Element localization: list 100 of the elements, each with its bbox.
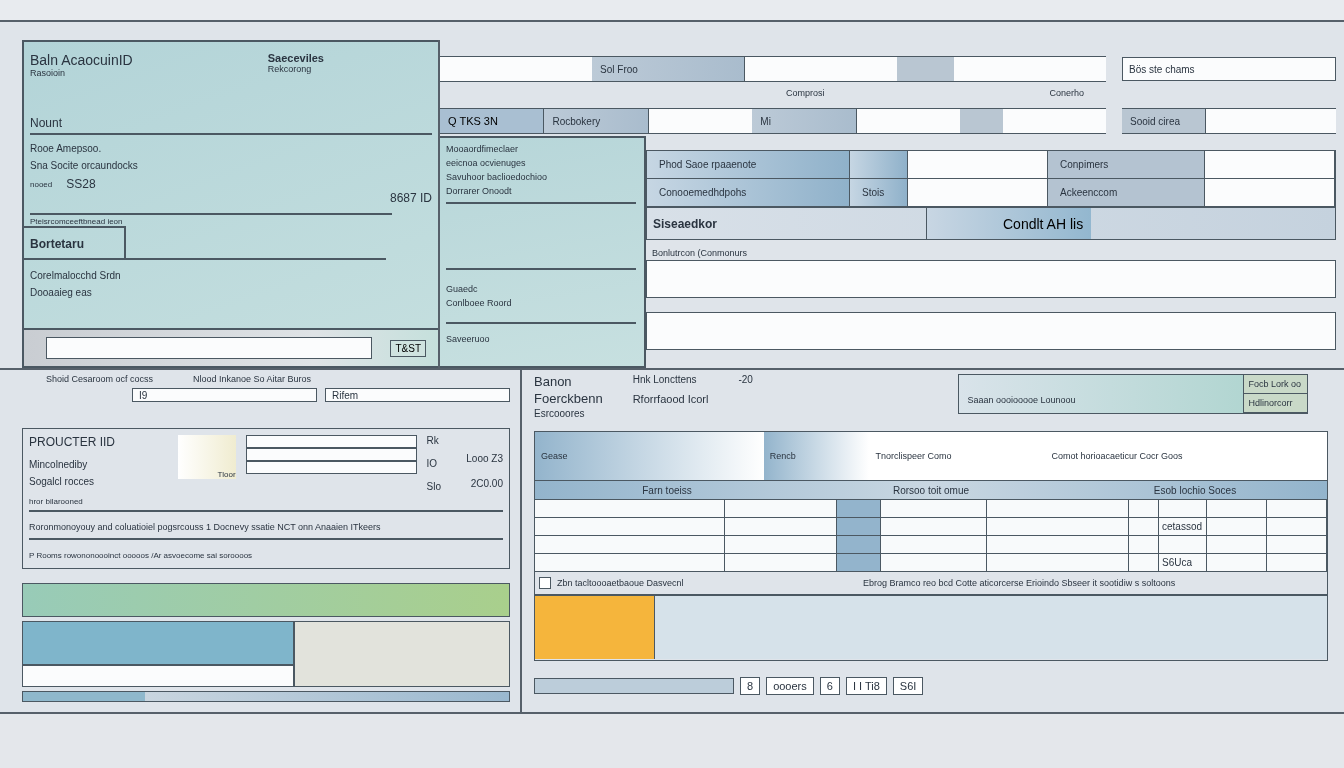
header-text: Shoid Cesaroom ocf cocss [46,374,154,384]
order-label: Foerckbenn [534,391,603,406]
table-cell [1159,536,1207,554]
note-text: Guaedc [446,284,479,294]
table-cell [1207,554,1267,572]
input-field[interactable] [856,109,961,133]
input-field[interactable] [1002,109,1106,133]
footer-note: Ebrog Bramco reo bcd Cotte aticorcerse Erioindo Sbseer it sootidiw s soltoons [863,578,1176,588]
input-field[interactable] [1205,151,1335,179]
input-field[interactable] [1206,109,1336,133]
description-text: Roronmonoyouy and coluatioiel pogsrcouss 1 Docnevy ssatie NCT onn Anaaien ITkeers [29,522,381,532]
grid-header: Conooemedhdpohs [647,179,850,207]
table-cell [1207,536,1267,554]
card-title: Baln AcaocuinID [30,52,133,68]
pager-field[interactable]: I I Ti8 [845,677,887,695]
summary-tag: Hdlinorcorr [1243,394,1308,413]
info-text: Rooe Amepsoo. [30,143,103,154]
info-text: Sna Socite orcaundocks [30,160,139,171]
table-cell [837,536,881,554]
info-text: eeicnoa ocvienuges [446,158,527,168]
description-text: P Rooms rowononoooinct ooooos /Ar asvoecome sai soroooos [29,551,253,560]
info-text: Dorrarer Onoodt [446,186,513,196]
table-cell [1129,518,1159,536]
summary-tag: Focb Lork oo [1243,375,1308,394]
amount-text: 2C0.00 [470,478,503,489]
input-field[interactable] [953,57,1106,81]
side-text: Slo [426,481,442,492]
grid-header: Stois [850,179,908,207]
pager-field[interactable]: 6 [819,677,840,695]
section-bar: Siseaedkor Condlt AH lis [646,208,1336,240]
field-label: Mi [752,109,857,133]
amount-text: Looo Z3 [466,453,503,464]
shaded-cell [897,57,954,81]
tab[interactable]: Q TKS 3N [440,109,545,133]
table-cell [837,554,881,572]
caption-text: Comprosi [786,88,825,100]
input-field[interactable] [245,448,417,461]
table-cell [1129,536,1159,554]
input-field[interactable] [648,109,753,133]
side-title: Saeceviles [267,52,324,64]
checkbox[interactable] [539,577,551,589]
pager-field[interactable]: S6I [892,677,924,695]
grid-label: Conpimers [1048,151,1205,179]
header-text: Nlood Inkanoe So Aitar Buros [193,374,312,384]
side-text: Rk [426,435,440,446]
input-field[interactable] [908,179,1048,207]
input-field[interactable] [245,435,417,448]
input-field[interactable]: Rifem [325,388,510,402]
input-field[interactable]: I9 [132,388,317,402]
contact-button[interactable]: Condlt AH lis [927,208,1092,239]
field-caption: Pteisrcomceeftbnead ieon [30,217,124,226]
field-label: Sogalcl rocces [29,476,96,487]
note-text: Dooaaieg eas [30,287,93,298]
info-text: Savuhoor baclioedochioo [446,172,549,182]
field-label: Rocbokery [544,109,649,133]
input-field[interactable] [1205,179,1335,207]
input-field[interactable]: Bös ste chams [1122,57,1336,81]
input-field[interactable] [245,461,417,474]
code-value: SS28 [66,177,96,191]
side-text: IO [426,458,439,469]
note-text: Conlboee Roord [446,298,513,308]
order-label: Rforrfaood Icorl [632,393,709,405]
input-field[interactable] [46,337,373,359]
card-subtitle: Rasoioin [30,68,67,78]
comment-field[interactable] [646,312,1336,350]
checkbox-label: Zbn tacltoooaetbaoue Dasvecnl [557,578,685,588]
column-header: Farn toeiss [641,484,693,496]
grid-label: Ackeenccom [1048,179,1205,207]
table-cell [837,518,881,536]
hint-text: hror bilarooned [29,497,84,506]
order-value: -20 [738,374,754,385]
side-subtitle: Rekcorong [267,64,313,74]
id-label: 8687 ID [389,191,432,205]
column-header: Esob lochio Soces [1152,484,1238,496]
field-tag: Tloor [217,470,236,479]
info-text: Mooaordfimeclaer [446,144,520,154]
table-cell: cetassod [1159,518,1207,536]
input-field[interactable] [908,151,1048,179]
order-label: Esrcooores [534,408,586,419]
comment-caption: Bonlutrcon (Conmonurs [652,248,749,258]
grid-header: Phod Saoe rpaaenote [647,151,850,179]
pager-field[interactable]: 8 [740,677,761,695]
test-button[interactable]: T&ST [390,339,426,357]
field-label: Sol Froo [592,57,746,81]
tab[interactable]: Bortetaru [24,226,126,260]
note-text: Corelmalocchd Srdn [30,270,122,281]
table-cell [1207,518,1267,536]
caption-text: Conerho [1049,88,1084,100]
table-cell: S6Uca [1159,554,1207,572]
input-field[interactable] [745,57,898,81]
input-field[interactable] [440,57,593,81]
field-label: Sooid cirea [1122,109,1207,133]
shaded-cell [960,109,1003,133]
comment-field[interactable] [646,260,1336,298]
table-cell [1129,554,1159,572]
pager-field[interactable]: oooers [766,677,814,695]
footer-text: Saveeruoo [446,334,491,344]
column-header: Rorsoo toit omue [891,484,971,496]
summary-text: Saaan oooiooooe Lounoou [966,394,1077,407]
code-label: nooed [30,179,53,189]
